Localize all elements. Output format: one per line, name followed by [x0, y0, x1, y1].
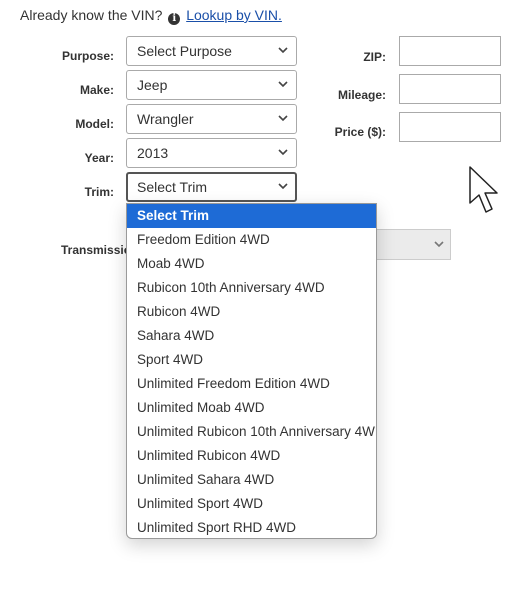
make-select-value: Jeep	[137, 77, 168, 93]
trim-dropdown-list[interactable]: Select Trim Freedom Edition 4WD Moab 4WD Ru…	[126, 203, 377, 539]
trim-option[interactable]: Unlimited Sahara 4WD	[127, 468, 376, 492]
trim-option[interactable]: Unlimited Rubicon 4WD	[127, 444, 376, 468]
vin-lookup-line: Already know the VIN? i Lookup by VIN.	[20, 7, 282, 25]
year-select[interactable]: 2013	[126, 138, 297, 168]
trim-option[interactable]: Unlimited Sport 4WD	[127, 492, 376, 516]
trim-option[interactable]: Sahara 4WD	[127, 324, 376, 348]
trim-option[interactable]: Freedom Edition 4WD	[127, 228, 376, 252]
trim-option[interactable]: Unlimited Moab 4WD	[127, 396, 376, 420]
zip-label: ZIP:	[363, 50, 386, 64]
chevron-down-icon	[278, 115, 288, 122]
trim-option[interactable]: Rubicon 4WD	[127, 300, 376, 324]
zip-input[interactable]	[399, 36, 501, 66]
chevron-down-icon	[278, 183, 288, 190]
chevron-down-icon	[278, 81, 288, 88]
price-label: Price ($):	[334, 125, 386, 139]
vin-prompt: Already know the VIN?	[20, 7, 163, 23]
model-select[interactable]: Wrangler	[126, 104, 297, 134]
chevron-down-icon	[434, 241, 444, 248]
trim-option[interactable]: Unlimited Rubicon 10th Anniversary 4WD	[127, 420, 376, 444]
trim-label: Trim:	[84, 185, 114, 199]
trim-option[interactable]: Select Trim	[127, 204, 376, 228]
trim-select-value: Select Trim	[137, 179, 208, 195]
trim-option[interactable]: Rubicon 10th Anniversary 4WD	[127, 276, 376, 300]
model-label: Model:	[75, 117, 114, 131]
purpose-label: Purpose:	[61, 49, 114, 63]
make-label: Make:	[79, 83, 114, 97]
purpose-select-value: Select Purpose	[137, 43, 232, 59]
make-select[interactable]: Jeep	[126, 70, 297, 100]
trim-option[interactable]: Unlimited Freedom Edition 4WD	[127, 372, 376, 396]
info-circle-icon[interactable]: i	[168, 13, 181, 25]
mileage-input[interactable]	[399, 74, 501, 104]
model-select-value: Wrangler	[137, 111, 194, 127]
trim-option[interactable]: Unlimited Sport RHD 4WD	[127, 516, 376, 538]
trim-option[interactable]: Sport 4WD	[127, 348, 376, 372]
lookup-by-vin-link[interactable]: Lookup by VIN.	[186, 7, 282, 23]
mileage-label: Mileage:	[337, 88, 386, 102]
chevron-down-icon	[278, 47, 288, 54]
purpose-select[interactable]: Select Purpose	[126, 36, 297, 66]
trim-select[interactable]: Select Trim	[126, 172, 297, 202]
mouse-pointer-icon	[469, 166, 498, 213]
price-input[interactable]	[399, 112, 501, 142]
trim-option[interactable]: Moab 4WD	[127, 252, 376, 276]
year-select-value: 2013	[137, 145, 169, 161]
chevron-down-icon	[278, 149, 288, 156]
year-label: Year:	[84, 151, 114, 165]
